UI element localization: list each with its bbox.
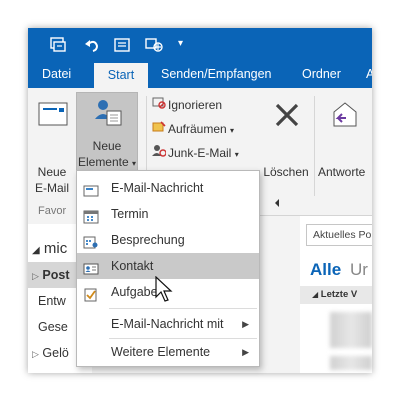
- chevron-down-icon[interactable]: ▾: [230, 126, 234, 135]
- junk-button[interactable]: Junk-E-Mail ▾: [152, 144, 239, 164]
- contact-icon: [83, 259, 99, 275]
- new-email-label-1: Neue: [37, 165, 67, 179]
- customize-icon[interactable]: [144, 35, 164, 55]
- submenu-arrow-icon: ▶: [242, 347, 249, 357]
- meeting-icon: [83, 233, 99, 249]
- menu-separator: [109, 308, 257, 309]
- collapse-pane-icon[interactable]: [270, 196, 284, 210]
- filter-all-tab[interactable]: Alle: [310, 260, 341, 280]
- filter-unread-tab[interactable]: Ur: [350, 260, 368, 280]
- email-icon: [83, 181, 99, 197]
- new-email-icon[interactable]: [38, 102, 68, 131]
- tab-start[interactable]: Start: [94, 62, 148, 88]
- submenu-arrow-icon: ▶: [242, 319, 249, 329]
- qat-dropdown-icon[interactable]: ▾: [178, 38, 198, 58]
- mouse-cursor-icon: [155, 275, 177, 304]
- undo-icon[interactable]: [82, 35, 102, 55]
- send-receive-all-icon[interactable]: [48, 35, 68, 55]
- blurred-message-preview: [330, 356, 372, 370]
- menu-item-meeting[interactable]: Besprechung: [77, 227, 259, 253]
- task-icon: [83, 285, 99, 302]
- print-icon[interactable]: [112, 35, 132, 55]
- cleanup-button[interactable]: Aufräumen ▾: [152, 120, 234, 140]
- chevron-down-icon[interactable]: ▾: [235, 150, 239, 159]
- new-email-label-2: E-Mail: [34, 181, 69, 195]
- ribbon-tabs: Datei Start Senden/Empfangen Ordner A: [28, 62, 372, 88]
- tab-more[interactable]: A: [366, 62, 372, 88]
- reply-button[interactable]: Antworte: [318, 164, 372, 180]
- search-input[interactable]: Aktuelles Po: [306, 224, 372, 246]
- new-items-menu: E-Mail-Nachricht Termin Besprechung Kont…: [76, 170, 260, 367]
- new-items-button[interactable]: Neue Elemente ▾: [76, 92, 138, 172]
- expand-down-icon: ◢: [32, 245, 40, 256]
- new-items-label: Neue Elemente ▾: [77, 138, 137, 172]
- blurred-message-preview: [330, 312, 372, 348]
- group-header[interactable]: ◢ Letzte V: [300, 286, 372, 304]
- new-items-icon: [93, 97, 123, 132]
- delete-icon[interactable]: [274, 102, 300, 131]
- ignore-icon: [152, 96, 168, 114]
- expand-right-icon: ▷: [32, 271, 39, 281]
- ribbon-separator: [314, 96, 315, 196]
- menu-item-email-message[interactable]: E-Mail-Nachricht: [77, 175, 259, 201]
- reply-icon[interactable]: [330, 100, 360, 131]
- new-items-label-1: Neue: [92, 139, 122, 153]
- menu-item-email-with[interactable]: E-Mail-Nachricht mit ▶: [77, 311, 259, 337]
- cleanup-icon: [152, 120, 168, 138]
- menu-item-more-items[interactable]: Weitere Elemente ▶: [77, 339, 259, 365]
- calendar-icon: [83, 207, 99, 224]
- new-email-button[interactable]: Neue E-Mail: [34, 164, 70, 196]
- menu-item-appointment[interactable]: Termin: [77, 201, 259, 227]
- junk-icon: [152, 144, 168, 162]
- expand-right-icon: ▷: [32, 349, 39, 359]
- tab-ordner[interactable]: Ordner: [302, 62, 341, 88]
- collapse-group-icon: ◢: [312, 290, 319, 299]
- ignore-label: Ignorieren: [168, 98, 223, 112]
- tab-datei[interactable]: Datei: [42, 62, 71, 88]
- tab-senden-empfangen[interactable]: Senden/Empfangen: [161, 62, 272, 88]
- chevron-down-icon: ▾: [132, 159, 137, 168]
- cleanup-label: Aufräumen: [168, 122, 227, 136]
- ignore-button[interactable]: Ignorieren: [152, 96, 222, 114]
- quick-access-toolbar: ▾: [28, 28, 372, 62]
- delete-button[interactable]: Löschen: [260, 164, 312, 180]
- junk-label: Junk-E-Mail: [168, 146, 232, 160]
- message-list: Aktuelles Po Alle Ur ◢ Letzte V: [300, 216, 372, 373]
